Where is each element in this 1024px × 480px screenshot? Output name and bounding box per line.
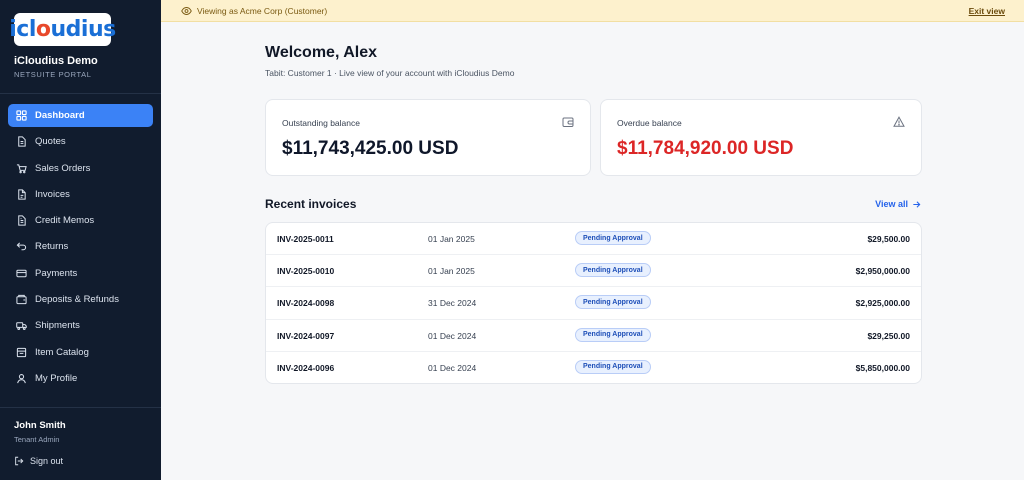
sidebar-item-credit-memos[interactable]: Credit Memos [8, 209, 153, 232]
exit-view-link[interactable]: Exit view [969, 6, 1005, 16]
recent-invoices-table: INV-2025-0011 01 Jan 2025 Pending Approv… [265, 222, 922, 384]
sidebar-item-returns[interactable]: Returns [8, 235, 153, 258]
truck-icon [16, 322, 27, 331]
outstanding-balance-value: $11,743,425.00 USD [282, 138, 459, 159]
invoice-number: INV-2025-0010 [277, 266, 335, 277]
sidebar-item-label: Dashboard [35, 110, 85, 121]
user-icon [17, 374, 26, 384]
sidebar-item-dashboard[interactable]: Dashboard [8, 104, 153, 127]
memo-icon [18, 215, 26, 226]
table-row[interactable]: INV-2024-0096 01 Dec 2024 Pending Approv… [266, 352, 921, 383]
status-badge: Pending Approval [575, 327, 651, 342]
invoice-date: 01 Jan 2025 [428, 234, 475, 244]
page-subtitle: Tabit: Customer 1 · Live view of your ac… [265, 68, 515, 78]
sidebar-nav: Dashboard Quotes Sales Orders Invoices C… [8, 104, 153, 393]
brand-subtitle: NETSUITE PORTAL [14, 70, 92, 79]
user-name: John Smith [14, 420, 66, 431]
sidebar-divider-top [0, 93, 161, 94]
outstanding-balance-card: Outstanding balance $11,743,425.00 USD [265, 99, 591, 176]
invoice-amount: $29,500.00 [867, 234, 910, 244]
sidebar-item-label: Sales Orders [35, 162, 91, 174]
table-row[interactable]: INV-2025-0010 01 Jan 2025 Pending Approv… [266, 255, 921, 288]
status-badge: Pending Approval [575, 295, 651, 310]
cart-icon [16, 163, 27, 173]
sidebar-item-label: Payments [35, 267, 78, 279]
sidebar-item-deposits-refunds[interactable]: Deposits & Refunds [8, 288, 153, 311]
sidebar-divider-bottom [0, 407, 161, 408]
table-row[interactable]: INV-2024-0098 31 Dec 2024 Pending Approv… [266, 287, 921, 320]
wallet-icon [562, 117, 574, 127]
invoice-amount: $2,925,000.00 [855, 298, 910, 309]
overdue-balance-value: $11,784,920.00 USD [617, 138, 794, 159]
return-icon [16, 242, 27, 251]
sidebar-item-label: Invoices [35, 188, 70, 200]
logo-text-a: icl [9, 17, 36, 42]
invoice-icon [18, 189, 26, 200]
sidebar-item-item-catalog[interactable]: Item Catalog [8, 341, 153, 364]
eye-icon [181, 7, 192, 15]
sidebar-item-invoices[interactable]: Invoices [8, 183, 153, 206]
sidebar-item-shipments[interactable]: Shipments [8, 314, 153, 337]
sign-out-label: Sign out [30, 456, 64, 466]
invoice-amount: $29,250.00 [867, 330, 910, 341]
invoice-number: INV-2024-0098 [277, 298, 335, 309]
invoice-number: INV-2024-0096 [277, 362, 335, 373]
brand-logo[interactable]: icloudius [9, 13, 116, 46]
table-row[interactable]: INV-2024-0097 01 Dec 2024 Pending Approv… [266, 320, 921, 352]
brand-name: iCloudius Demo [14, 55, 98, 67]
sidebar-item-label: Deposits & Refunds [35, 294, 119, 306]
sidebar-item-label: Item Catalog [35, 346, 89, 358]
recent-invoices-title: Recent invoices [265, 197, 357, 211]
dashboard-icon [16, 110, 27, 121]
invoice-amount: $2,950,000.00 [855, 266, 910, 277]
sign-out-button[interactable]: Sign out [14, 456, 63, 466]
catalog-icon [16, 347, 27, 357]
sidebar-item-sales-orders[interactable]: Sales Orders [8, 157, 153, 180]
quote-icon [18, 136, 26, 147]
invoice-number: INV-2024-0097 [277, 330, 335, 341]
invoice-number: INV-2025-0011 [277, 234, 334, 244]
sidebar-item-label: Quotes [35, 136, 66, 148]
card-icon [16, 269, 27, 277]
sidebar-item-quotes[interactable]: Quotes [8, 130, 153, 153]
view-all-link[interactable]: View all [875, 199, 921, 209]
invoice-date: 01 Jan 2025 [428, 266, 475, 277]
status-badge: Pending Approval [575, 231, 651, 245]
invoice-date: 31 Dec 2024 [428, 298, 477, 309]
sidebar-item-payments[interactable]: Payments [8, 262, 153, 285]
invoice-date: 01 Dec 2024 [428, 362, 477, 373]
logo-text-b: udius [50, 17, 117, 42]
page-title: Welcome, Alex [265, 44, 378, 61]
status-badge: Pending Approval [575, 263, 651, 278]
outstanding-balance-label: Outstanding balance [282, 118, 360, 128]
sidebar-item-label: My Profile [35, 372, 78, 384]
sidebar-item-label: Returns [35, 241, 69, 253]
sidebar-item-label: Credit Memos [35, 215, 95, 227]
sidebar-item-label: Shipments [35, 320, 80, 332]
table-row[interactable]: INV-2025-0011 01 Jan 2025 Pending Approv… [266, 223, 921, 256]
user-role: Tenant Admin [14, 435, 60, 444]
sidebar: icloudius iCloudius Demo NETSUITE PORTAL… [0, 0, 161, 480]
sidebar-item-my-profile[interactable]: My Profile [8, 367, 153, 390]
invoice-date: 01 Dec 2024 [428, 330, 477, 341]
arrow-right-icon [913, 200, 921, 208]
warning-icon [893, 116, 905, 127]
invoice-amount: $5,850,000.00 [855, 362, 910, 373]
overdue-balance-card: Overdue balance $11,784,920.00 USD [600, 99, 922, 176]
overdue-balance-label: Overdue balance [617, 118, 682, 128]
logo-text-o: o [35, 17, 51, 42]
logo-text: icloudius [9, 17, 117, 42]
wallet-icon [16, 294, 27, 305]
status-badge: Pending Approval [575, 359, 651, 374]
impersonation-banner: Viewing as Acme Corp (Customer) Exit vie… [161, 0, 1024, 22]
banner-text: Viewing as Acme Corp (Customer) [197, 6, 328, 16]
sign-out-icon [15, 456, 24, 466]
view-all-label: View all [875, 199, 908, 209]
